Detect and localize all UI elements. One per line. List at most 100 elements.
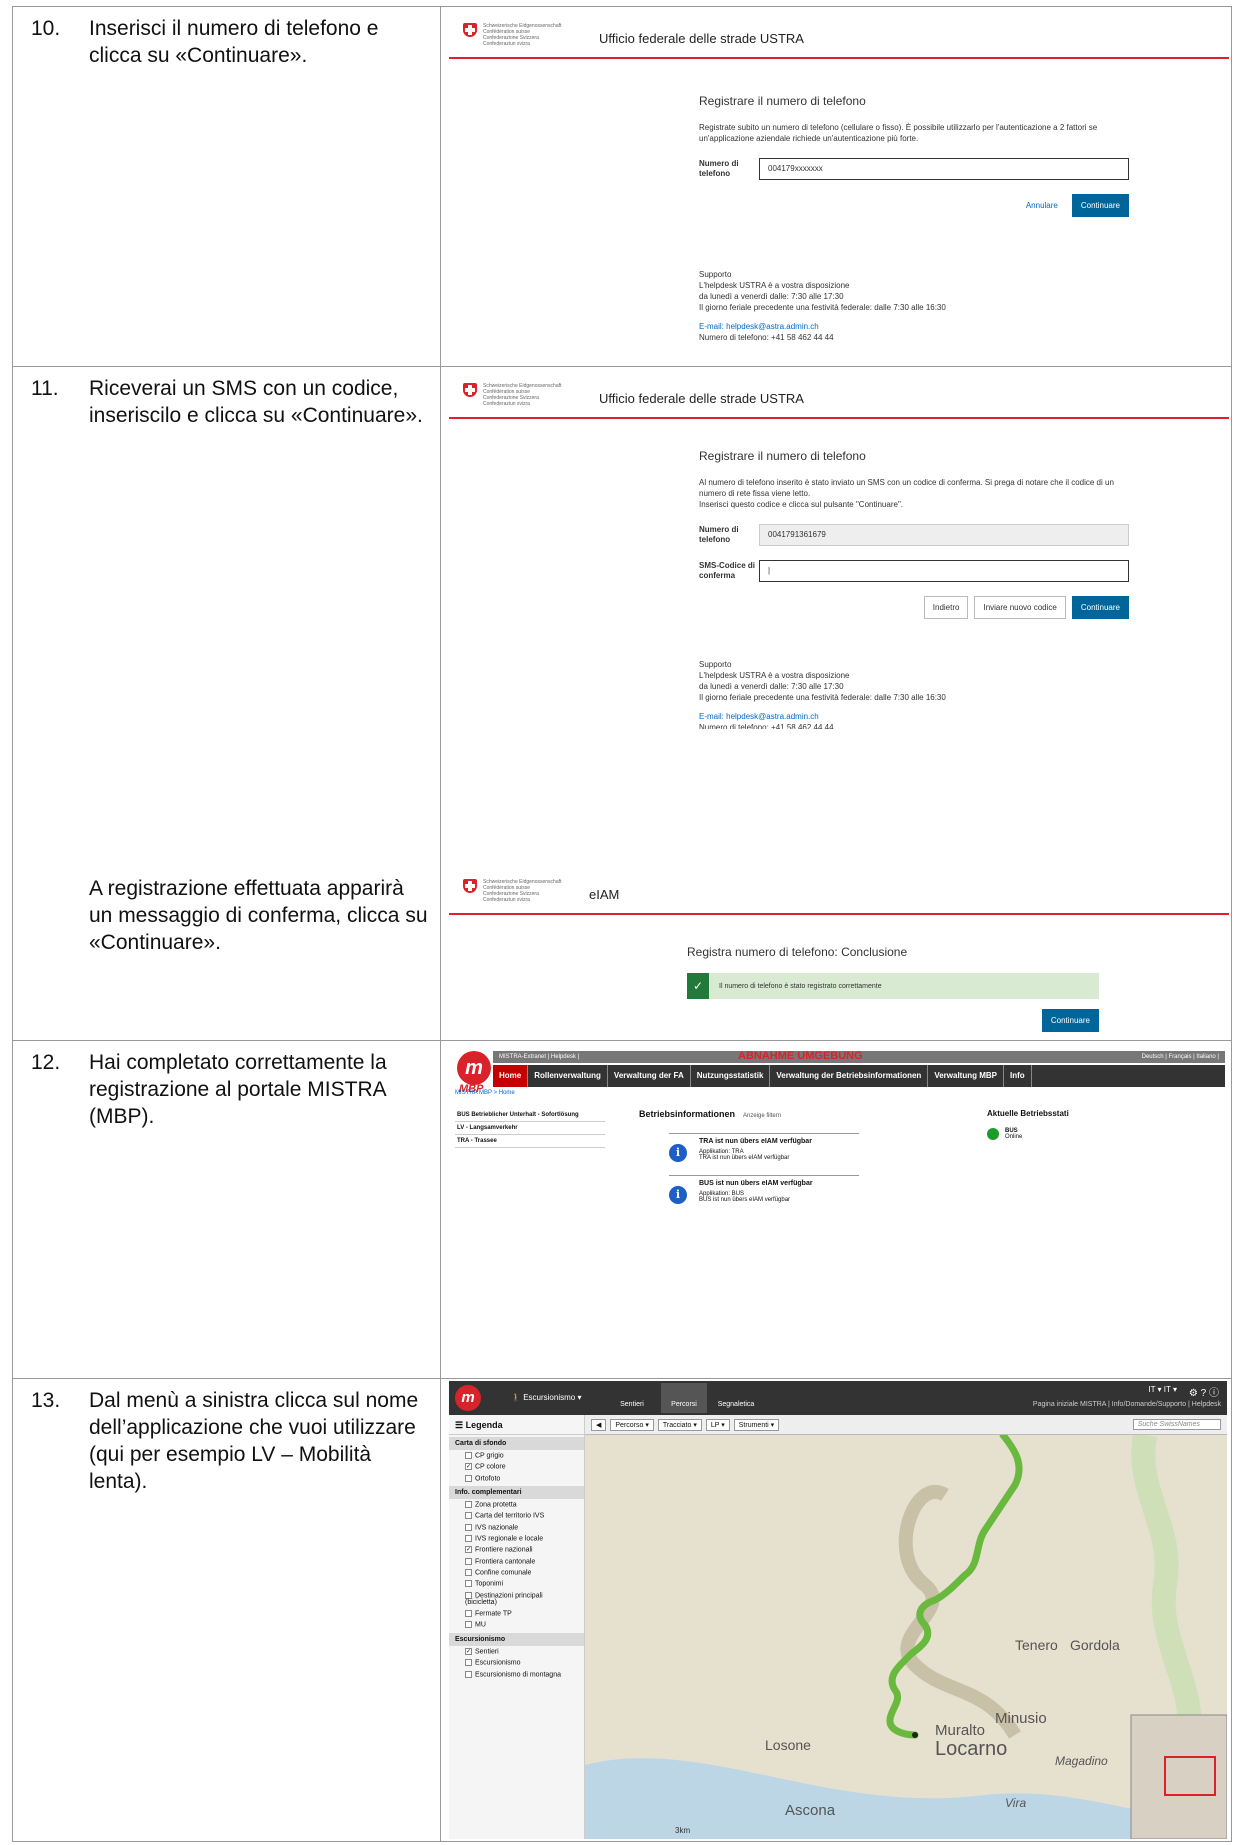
layer-checkbox[interactable] [465,1610,472,1618]
language-selector[interactable]: IT ▾ IT ▾ [1148,1385,1177,1394]
legend-layer-item[interactable]: Ortofoto [449,1473,584,1484]
legend-layer-item[interactable]: Confine comunale [449,1567,584,1578]
settings-help-info-icons[interactable]: ⚙ ? ⓘ [1189,1384,1219,1399]
legend-layer-item[interactable]: Zona protetta [449,1499,584,1510]
nav-verwaltung-mbp[interactable]: Verwaltung MBP [928,1065,1004,1087]
swiss-flag-icon [463,383,477,397]
dropdown-tracciato[interactable]: Tracciato ▾ [657,1418,702,1431]
sms-code-input[interactable]: | [759,560,1129,582]
nav-nutzungsstatistik[interactable]: Nutzungsstatistik [691,1065,771,1087]
layer-checkbox[interactable] [465,1580,472,1588]
status-title: Aktuelle Betriebsstati [987,1109,1069,1118]
layer-checkbox[interactable]: ✓ [465,1546,472,1554]
layer-checkbox[interactable] [465,1569,472,1577]
map-app-header: m 🚶 Escursionismo ▾ Sentieri Percorsi Se… [449,1381,1227,1415]
layer-checkbox[interactable] [465,1474,472,1482]
nav-home[interactable]: Home [493,1065,529,1087]
app-item-bus[interactable]: BUS Betrieblicher Unterhalt - Sofortlösu… [455,1109,605,1122]
layer-label: Escursionismo di montagna [475,1670,561,1678]
legend-section-header[interactable]: Info. complementari [449,1486,584,1500]
language-switch[interactable]: Deutsch | Français | Italiano | [1142,1054,1219,1060]
layer-checkbox[interactable] [465,1591,472,1599]
legend-layer-item[interactable]: Frontiera cantonale [449,1556,584,1567]
tab-label: Segnaletica [717,1401,755,1408]
support-email-link[interactable]: E-mail: helpdesk@astra.admin.ch [699,322,819,331]
legend-layer-item[interactable]: MU [449,1619,584,1630]
legend-layer-item[interactable]: ✓ Sentieri [449,1646,584,1657]
map-view[interactable]: ◀ Percorso ▾ Tracciato ▾ LP ▾ Strumenti … [585,1415,1227,1839]
nav-verwaltung-fa[interactable]: Verwaltung der FA [608,1065,691,1087]
dropdown-lp[interactable]: LP ▾ [705,1418,730,1431]
layer-checkbox[interactable] [465,1557,472,1565]
layer-checkbox[interactable] [465,1501,472,1509]
legend-layer-item[interactable]: Fermate TP [449,1608,584,1619]
app-item-lv[interactable]: LV - Langsamverkehr [455,1122,605,1135]
layer-label: IVS nazionale [475,1524,519,1532]
continue-button[interactable]: Continuare [1071,596,1129,619]
layer-checkbox[interactable] [465,1523,472,1531]
mode-label: Escursionismo [523,1393,576,1402]
step-text: Dal menù a sinistra clicca sul nome dell… [89,1389,419,1493]
form-title: Registrare il numero di telefono [699,449,866,463]
tab-label: Sentieri [620,1401,644,1408]
dropdown-percorso[interactable]: Percorso ▾ [610,1418,654,1431]
sms-code-label: SMS-Codice di conferma [699,561,756,580]
mode-selector[interactable]: 🚶 Escursionismo ▾ [511,1393,581,1402]
continue-button[interactable]: Continuare [1071,194,1129,217]
header-links[interactable]: Pagina iniziale MISTRA | Info/Domande/Su… [1033,1401,1221,1408]
legend-section-header[interactable]: Carta di sfondo [449,1437,584,1450]
legend-layer-item[interactable]: IVS nazionale [449,1522,584,1533]
form-description: Registrate subito un numero di telefono … [699,123,1098,143]
support-email-link[interactable]: E-mail: helpdesk@astra.admin.ch [699,712,819,721]
legend-layer-item[interactable]: IVS regionale e locale [449,1533,584,1544]
layer-checkbox[interactable] [465,1535,472,1543]
back-button[interactable]: Indietro [923,596,969,619]
legend-layer-item[interactable]: CP grigio [449,1450,584,1461]
layer-checkbox[interactable] [465,1452,472,1459]
phone-input[interactable]: 004179xxxxxxx [759,158,1129,180]
legend-layer-item[interactable]: ✓ CP colore [449,1461,584,1472]
legend-section-header[interactable]: Escursionismo [449,1632,584,1646]
support-line: Il giorno feriale precedente una festivi… [699,693,946,702]
info-icon: i [669,1186,687,1204]
top-links[interactable]: MISTRA-Extranet | Helpdesk | [499,1054,579,1060]
app-item-tra[interactable]: TRA - Trassee [455,1135,605,1148]
legend-layer-item[interactable]: Escursionismo [449,1657,584,1668]
filter-link[interactable]: Anzeige filtern [743,1113,781,1119]
legend-layer-item[interactable]: Escursionismo di montagna [449,1669,584,1680]
layer-checkbox[interactable] [465,1670,472,1678]
confederation-logo: Schweizerische Eidgenossenschaft Confédér… [463,23,561,47]
place-label: Magadino [1055,1754,1108,1768]
dropdown-strumenti[interactable]: Strumenti ▾ [733,1418,780,1431]
resend-code-button[interactable]: Inviare nuovo codice [974,596,1066,619]
legend-layer-item[interactable]: ✓ Frontiere nazionali [449,1544,584,1555]
form-buttons: Continuare [687,1009,1099,1032]
nav-info[interactable]: Info [1004,1065,1032,1087]
collapse-legend-button[interactable]: ◀ [591,1418,607,1431]
cancel-button[interactable]: Annulare [1017,195,1066,216]
legend-layer-item[interactable]: Destinazioni principali (bicicletta) [449,1590,584,1608]
tab-segnaletica[interactable]: Segnaletica [713,1383,759,1413]
layer-checkbox[interactable] [465,1512,472,1520]
layer-label: MU [475,1621,486,1629]
tab-percorsi[interactable]: Percorsi [661,1383,707,1413]
layer-checkbox[interactable] [465,1659,472,1667]
map-search-input[interactable]: Suche SwissNames [1132,1419,1221,1430]
confederation-text: Schweizerische Eidgenossenschaft Confédér… [483,383,562,407]
legend-layer-item[interactable]: Toponimi [449,1578,584,1589]
legend-layer-item[interactable]: Carta del territorio IVS [449,1510,584,1521]
confederation-logo: Schweizerische Eidgenossenschaft Confédér… [463,879,561,903]
nav-betriebsinformationen[interactable]: Verwaltung der Betriebsinformationen [770,1065,929,1087]
breadcrumb[interactable]: MISTRA MBP > Home [455,1090,515,1096]
form-instruction: Inserisci questo codice e clicca sul pul… [699,500,904,509]
nav-rollenverwaltung[interactable]: Rollenverwaltung [528,1065,608,1087]
step-text: Riceverai un SMS con un codice, inserisc… [89,377,423,427]
form-buttons: Indietro Inviare nuovo codice Continuare [699,596,1129,619]
tab-sentieri[interactable]: Sentieri [609,1383,655,1413]
continue-button[interactable]: Continuare [1041,1009,1099,1032]
overview-map[interactable] [1130,1714,1227,1839]
layer-checkbox[interactable]: ✓ [465,1647,472,1655]
mistra-logo: m [455,1385,481,1411]
layer-checkbox[interactable] [465,1621,472,1629]
layer-checkbox[interactable]: ✓ [465,1463,472,1471]
